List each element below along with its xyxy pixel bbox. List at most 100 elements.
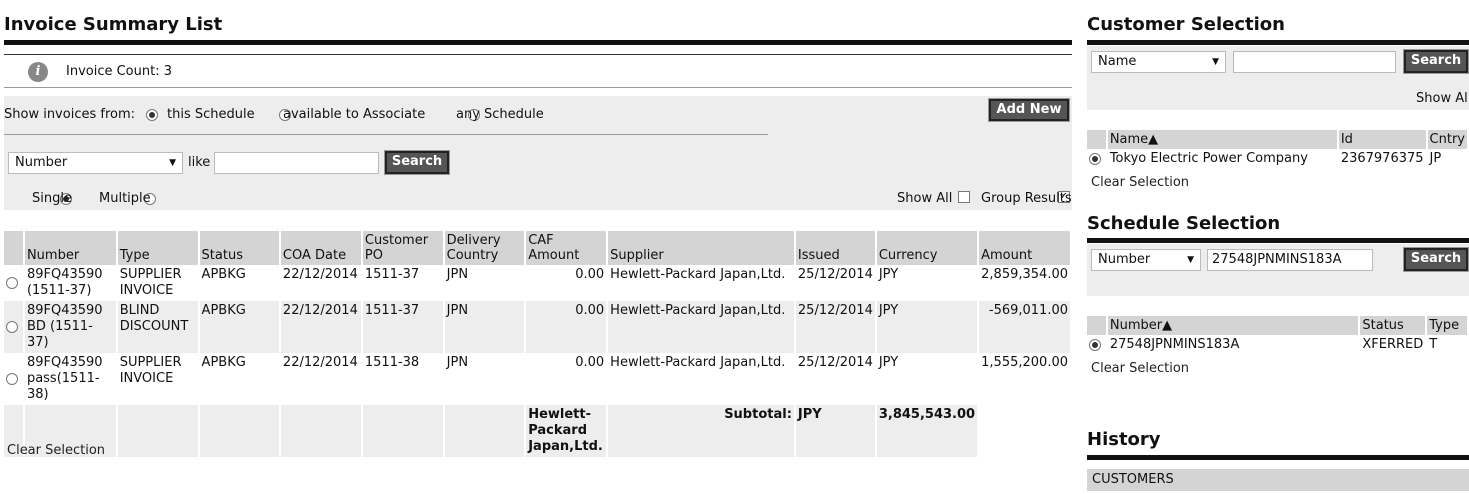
select-column-header — [4, 231, 25, 265]
select-value: Number — [1098, 252, 1151, 267]
divider — [4, 87, 1072, 88]
invoice-search-input[interactable] — [214, 152, 379, 174]
column-header[interactable]: COA Date — [279, 231, 363, 265]
cell-type: SUPPLIER INVOICE — [116, 265, 200, 301]
column-header[interactable]: Number▲ — [1106, 316, 1361, 335]
table-row[interactable]: 89FQ43590 pass(1511-38) SUPPLIER INVOICE… — [4, 353, 1072, 405]
cell-country: JP — [1426, 149, 1469, 169]
chevron-down-icon: ▼ — [1212, 57, 1219, 67]
customer-search-field-select[interactable]: Name ▼ — [1091, 51, 1226, 73]
cell-number: 27548JPNMINS183A — [1106, 335, 1361, 355]
option-any-schedule-label: any Schedule — [456, 107, 544, 122]
cell-amount: 2,859,354.00 — [978, 265, 1072, 301]
cell-country: JPN — [443, 265, 527, 301]
cell-po: 1511-37 — [361, 301, 445, 353]
chevron-down-icon: ▼ — [1187, 255, 1194, 265]
cell-supplier: Hewlett-Packard Japan,Ltd. — [607, 301, 796, 353]
schedule-search-button[interactable]: Search — [1403, 247, 1469, 272]
clear-selection-link[interactable]: Clear Selection — [7, 443, 105, 458]
customer-table: Name▲ Id Cntry Tokyo Electric Power Comp… — [1087, 130, 1469, 169]
column-header[interactable]: Status — [198, 231, 281, 265]
column-header[interactable]: Name▲ — [1106, 130, 1339, 149]
cell-coa-date: 22/12/2014 — [279, 265, 363, 301]
divider — [4, 134, 768, 135]
table-row[interactable]: 89FQ43590 (1511-37) SUPPLIER INVOICE APB… — [4, 265, 1072, 301]
row-select-radio[interactable] — [6, 276, 18, 289]
cell-id: 2367976375 — [1337, 149, 1428, 169]
customer-clear-selection-link[interactable]: Clear Selection — [1091, 175, 1189, 190]
column-header[interactable]: Amount — [978, 231, 1072, 265]
schedule-search-field-select[interactable]: Number ▼ — [1091, 249, 1201, 271]
column-header[interactable]: Issued — [794, 231, 877, 265]
cell-status: APBKG — [198, 265, 281, 301]
title-rule — [1087, 40, 1469, 45]
table-row[interactable]: 27548JPNMINS183A XFERRED T — [1087, 335, 1469, 355]
title-rule — [4, 40, 1072, 45]
row-select-radio[interactable] — [6, 320, 18, 333]
cell-caf: 0.00 — [525, 353, 609, 405]
add-new-button[interactable]: Add New — [988, 98, 1070, 122]
cell-name: Tokyo Electric Power Company — [1106, 149, 1339, 169]
column-header[interactable]: Status — [1359, 316, 1428, 335]
column-header[interactable]: Type — [1426, 316, 1469, 335]
cell-coa-date: 22/12/2014 — [279, 353, 363, 405]
title-rule — [1087, 455, 1469, 460]
cell-supplier: Hewlett-Packard Japan,Ltd. — [607, 265, 796, 301]
select-value: Name — [1098, 54, 1137, 69]
like-label: like — [188, 155, 211, 170]
cell-type: BLIND DISCOUNT — [116, 301, 200, 353]
select-column-header — [1087, 130, 1108, 149]
column-header[interactable]: Cntry — [1426, 130, 1469, 149]
table-row[interactable]: Tokyo Electric Power Company 2367976375 … — [1087, 149, 1469, 169]
schedule-table: Number▲ Status Type 27548JPNMINS183A XFE… — [1087, 316, 1469, 355]
divider — [4, 54, 1072, 55]
invoice-search-button[interactable]: Search — [384, 150, 450, 175]
cell-country: JPN — [443, 301, 527, 353]
single-label: Single — [32, 191, 72, 206]
show-all-checkbox[interactable] — [957, 190, 970, 203]
cell-issued: 25/12/2014 — [794, 353, 877, 405]
row-select-radio[interactable] — [1089, 152, 1101, 165]
cell-country: JPN — [443, 353, 527, 405]
cell-status: APBKG — [198, 301, 281, 353]
cell-currency: JPY — [875, 265, 980, 301]
column-header[interactable]: Type — [116, 231, 200, 265]
cell-status: APBKG — [198, 353, 281, 405]
title-rule — [1087, 238, 1469, 243]
option-available-label: available to Associate — [283, 107, 426, 122]
customer-show-all-label: Show Al — [1416, 91, 1468, 106]
multiple-label: Multiple — [99, 191, 151, 206]
schedule-search-input[interactable]: 27548JPNMINS183A — [1207, 249, 1373, 271]
select-value: Number — [15, 155, 68, 170]
cell-currency: JPY — [875, 353, 980, 405]
history-customers-header[interactable]: CUSTOMERS — [1087, 469, 1469, 491]
customer-search-button[interactable]: Search — [1403, 49, 1469, 74]
cell-amount: -569,011.00 — [978, 301, 1072, 353]
column-header[interactable]: Currency — [875, 231, 980, 265]
column-header[interactable]: Delivery Country — [443, 231, 527, 265]
subtotal-row: Hewlett-Packard Japan,Ltd. Subtotal: JPY… — [4, 405, 1072, 457]
show-from-label: Show invoices from: — [4, 107, 136, 122]
customer-search-input[interactable] — [1233, 51, 1396, 73]
column-header[interactable]: Id — [1337, 130, 1428, 149]
invoice-count: Invoice Count: 3 — [66, 64, 172, 79]
invoice-search-field-select[interactable]: Number ▼ — [8, 152, 183, 174]
column-header[interactable]: Supplier — [607, 231, 796, 265]
cell-supplier: Hewlett-Packard Japan,Ltd. — [607, 353, 796, 405]
cell-issued: 25/12/2014 — [794, 301, 877, 353]
cell-status: XFERRED — [1359, 335, 1428, 355]
column-header[interactable]: Customer PO — [361, 231, 445, 265]
cell-type: SUPPLIER INVOICE — [116, 353, 200, 405]
schedule-clear-selection-link[interactable]: Clear Selection — [1091, 361, 1189, 376]
row-select-radio[interactable] — [1089, 338, 1101, 351]
column-header[interactable]: CAF Amount — [525, 231, 609, 265]
row-select-radio[interactable] — [6, 372, 18, 385]
table-row[interactable]: 89FQ43590 BD (1511-37) BLIND DISCOUNT AP… — [4, 301, 1072, 353]
column-header[interactable]: Number — [23, 231, 118, 265]
cell-number: 89FQ43590 pass(1511-38) — [23, 353, 118, 405]
history-title: History — [1087, 429, 1161, 450]
show-all-label: Show All — [897, 191, 953, 206]
chevron-down-icon: ▼ — [169, 158, 176, 168]
cell-number: 89FQ43590 (1511-37) — [23, 265, 118, 301]
radio-this-schedule[interactable] — [146, 108, 158, 121]
